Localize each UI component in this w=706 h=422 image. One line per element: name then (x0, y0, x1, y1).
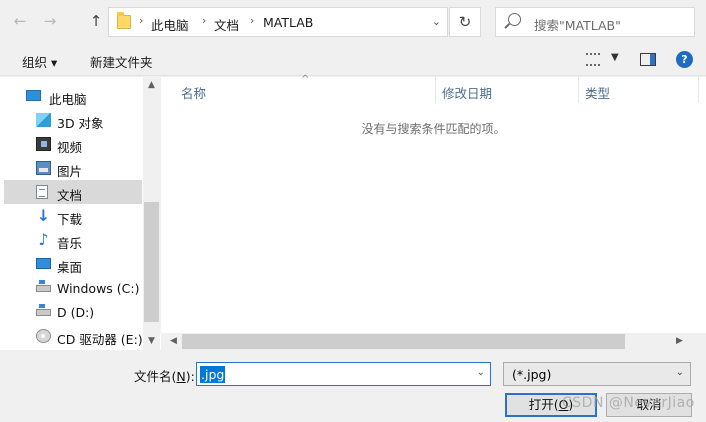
chevron-right-icon: › (250, 14, 255, 27)
desktop-icon (36, 258, 51, 269)
address-bar[interactable]: › 此电脑 › 文档 › MATLAB ⌄ (108, 7, 448, 37)
scroll-left-icon[interactable]: ◀ (165, 333, 182, 350)
arrow-right-icon: → (43, 12, 57, 30)
3d-objects-icon (36, 113, 51, 127)
navigation-scrollbar[interactable]: ▲ ▼ (143, 77, 160, 350)
sidebar-item-label: 音乐 (57, 236, 83, 251)
navigation-pane: 此电脑 3D 对象 视频 图片 文档 ↓ 下载 ♪ 音乐 桌面 Windows … (0, 77, 160, 350)
column-header-name[interactable]: 名称 (181, 83, 206, 102)
back-button[interactable]: ← (10, 10, 30, 32)
sidebar-item-cd-drive[interactable]: CD 驱动器 (E:) (4, 324, 143, 348)
sidebar-item-label: 桌面 (57, 260, 83, 275)
help-icon[interactable]: ? (676, 51, 693, 68)
horizontal-scrollbar[interactable]: ◀ ▶ (161, 333, 706, 350)
organize-menu[interactable]: 组织 ▾ (22, 52, 57, 71)
sidebar-item-label: 文档 (57, 188, 83, 203)
breadcrumb-documents[interactable]: 文档 (214, 15, 239, 34)
chevron-down-icon[interactable]: ⌄ (676, 367, 684, 378)
chevron-down-icon[interactable]: ⌄ (432, 15, 441, 28)
sidebar-item-pictures[interactable]: 图片 (4, 156, 142, 180)
sidebar-item-label: 视频 (57, 140, 83, 155)
sidebar-item-music[interactable]: ♪ 音乐 (4, 228, 142, 252)
folder-icon (117, 12, 131, 29)
preview-pane-icon[interactable] (640, 53, 656, 66)
chevron-right-icon: › (202, 14, 207, 27)
column-divider[interactable] (698, 77, 699, 103)
empty-message: 没有与搜索条件匹配的项。 (361, 122, 506, 136)
scrollbar-thumb[interactable] (144, 202, 159, 322)
drive-icon (36, 280, 51, 292)
column-header-type[interactable]: 类型 (585, 83, 610, 102)
sidebar-item-desktop[interactable]: 桌面 (4, 252, 142, 276)
arrow-up-icon: ↑ (89, 12, 103, 30)
music-icon: ♪ (38, 230, 49, 249)
breadcrumb-matlab[interactable]: MATLAB (263, 15, 313, 30)
sidebar-item-label: 此电脑 (49, 92, 87, 107)
sidebar-item-drive-d[interactable]: D (D:) (4, 300, 142, 324)
toolbar: 组织 ▾ 新建文件夹 ▼ ? (0, 44, 706, 76)
file-list: ^ 名称 修改日期 类型 没有与搜索条件匹配的项。 (161, 74, 706, 350)
sidebar-item-drive-c[interactable]: Windows (C:) (4, 276, 142, 300)
file-open-dialog: ← → ↑ › 此电脑 › 文档 › MATLAB ⌄ ↻ 搜索"MATLAB"… (0, 0, 706, 422)
refresh-button[interactable]: ↻ (449, 7, 481, 37)
arrow-left-icon: ← (13, 12, 27, 30)
sidebar-item-downloads[interactable]: ↓ 下载 (4, 204, 142, 228)
column-divider[interactable] (578, 77, 579, 103)
pictures-icon (36, 161, 51, 175)
filename-value[interactable]: .jpg (200, 366, 226, 383)
refresh-icon: ↻ (458, 13, 472, 31)
search-placeholder[interactable]: 搜索"MATLAB" (534, 15, 621, 34)
sidebar-item-label: 下载 (57, 212, 83, 227)
sidebar-item-this-pc[interactable]: 此电脑 (4, 84, 142, 108)
download-icon: ↓ (36, 206, 51, 225)
column-divider[interactable] (435, 77, 436, 103)
search-box[interactable]: 搜索"MATLAB" (495, 7, 695, 37)
breadcrumb-this-pc[interactable]: 此电脑 (151, 15, 189, 34)
sidebar-item-label: 图片 (57, 164, 83, 179)
sidebar-item-label: D (D:) (57, 305, 95, 320)
column-header-date[interactable]: 修改日期 (442, 83, 492, 102)
chevron-down-icon[interactable]: ▼ (611, 52, 619, 63)
filetype-value: (*.jpg) (512, 367, 552, 382)
scrollbar-thumb[interactable] (182, 334, 625, 349)
search-icon (508, 13, 521, 26)
scroll-right-icon[interactable]: ▶ (671, 333, 688, 350)
sidebar-item-label: Windows (C:) (57, 281, 140, 296)
chevron-right-icon: › (139, 14, 144, 27)
sidebar-item-3d-objects[interactable]: 3D 对象 (4, 108, 142, 132)
sort-ascending-icon: ^ (301, 74, 310, 85)
sidebar-item-label: CD 驱动器 (E:) (57, 332, 143, 347)
sidebar-item-label: 3D 对象 (57, 116, 104, 131)
filetype-select[interactable]: (*.jpg) ⌄ (503, 362, 691, 386)
filename-input[interactable]: .jpg ⌄ (196, 362, 491, 386)
computer-icon (26, 90, 41, 101)
sidebar-item-videos[interactable]: 视频 (4, 132, 142, 156)
forward-button[interactable]: → (40, 10, 60, 32)
drive-icon (36, 304, 51, 316)
chevron-down-icon[interactable]: ⌄ (477, 367, 485, 378)
filename-label: 文件名(N): (134, 369, 195, 384)
view-options-icon[interactable] (586, 53, 600, 66)
new-folder-button[interactable]: 新建文件夹 (90, 52, 153, 71)
watermark: CSDN @NeverJiao (562, 395, 695, 411)
scroll-down-icon[interactable]: ▼ (143, 333, 160, 350)
scroll-up-icon[interactable]: ▲ (143, 77, 160, 94)
documents-icon (36, 185, 48, 199)
video-icon (36, 137, 51, 151)
cd-drive-icon (36, 329, 51, 343)
up-button[interactable]: ↑ (86, 10, 106, 32)
sidebar-item-documents[interactable]: 文档 (4, 180, 142, 204)
